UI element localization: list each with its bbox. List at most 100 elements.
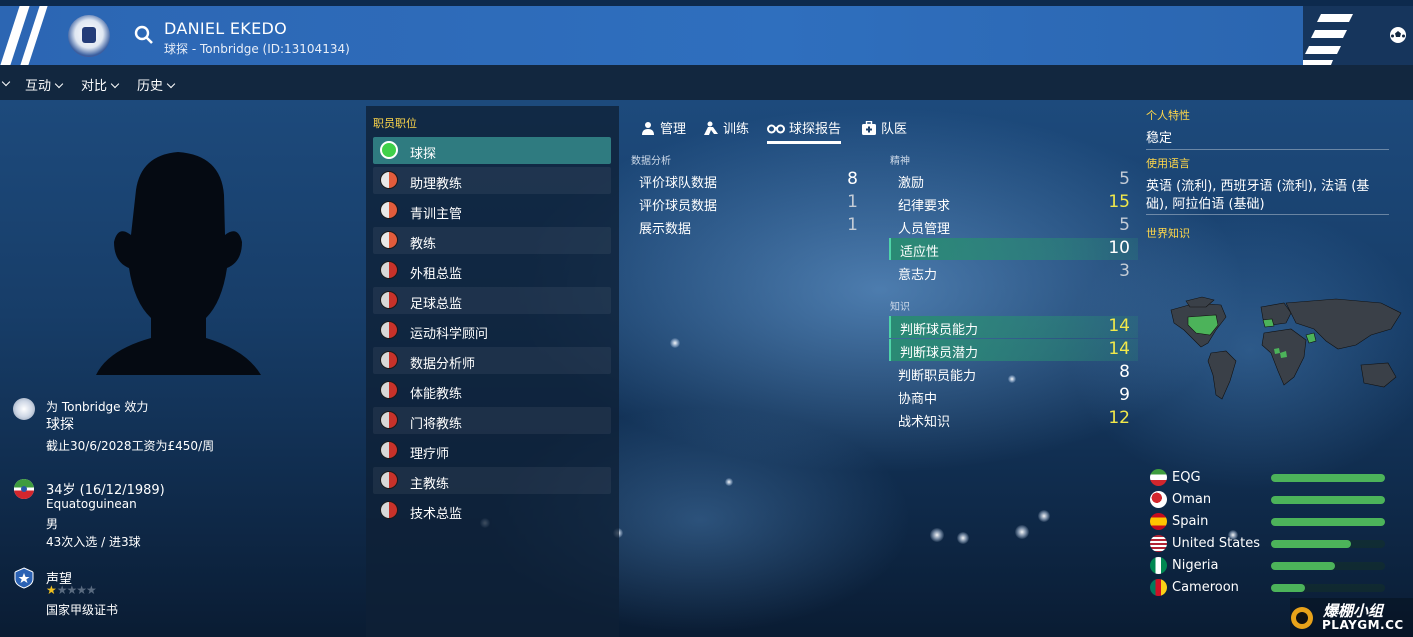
coaching-license: 国家甲级证书 <box>46 603 119 617</box>
attribute-row: 评价球队数据 8 <box>630 169 866 191</box>
tab-medical[interactable]: 队医 <box>861 118 907 144</box>
menu-compare[interactable]: 对比 <box>81 75 120 94</box>
analysis-section-title: 数据分析 <box>631 156 671 167</box>
role-item[interactable]: 助理教练 <box>373 167 611 194</box>
role-label: 助理教练 <box>410 177 463 192</box>
star-icon: ★ <box>46 583 57 597</box>
role-label: 门将教练 <box>410 417 463 432</box>
chevron-down-icon[interactable] <box>1 77 11 87</box>
role-label: 球探 <box>410 147 437 162</box>
attribute-name: 激励 <box>898 176 925 191</box>
role-label: 主教练 <box>410 477 450 492</box>
country-name: Oman <box>1172 492 1212 507</box>
tab-training[interactable]: 训练 <box>703 118 749 144</box>
football-icon[interactable] <box>1389 26 1407 44</box>
attribute-row: 判断球员潜力 14 <box>889 339 1138 361</box>
knowledge-bar-fill <box>1271 518 1385 526</box>
attribute-name: 意志力 <box>898 268 938 283</box>
country-name: EQG <box>1172 470 1201 485</box>
role-label: 足球总监 <box>410 297 463 312</box>
watermark-sub: PLAYGM.CC <box>1322 618 1404 632</box>
languages-line-2: 础), 阿拉伯语 (基础) <box>1146 197 1265 212</box>
chevron-down-icon <box>110 79 120 89</box>
training-icon <box>704 121 718 135</box>
role-rating-icon <box>380 231 398 249</box>
contract-info: 截止30/6/2028工资为£450/周 <box>46 439 215 453</box>
tab-scouting-report[interactable]: 球探报告 <box>767 118 842 144</box>
floodlight <box>957 532 969 544</box>
menu-interact[interactable]: 互动 <box>25 75 64 94</box>
role-item[interactable]: 足球总监 <box>373 287 611 314</box>
attribute-name: 人员管理 <box>898 222 951 237</box>
age-birthdate: 34岁 (16/12/1989) <box>46 483 165 498</box>
role-label: 外租总监 <box>410 267 463 282</box>
role-rating-icon <box>380 441 398 459</box>
binoculars-icon <box>767 124 785 134</box>
tab-label: 管理 <box>660 122 687 137</box>
role-rating-icon <box>380 381 398 399</box>
attribute-value: 3 <box>1119 261 1130 281</box>
role-label: 青训主管 <box>410 207 463 222</box>
knowledge-section-title: 知识 <box>890 302 910 313</box>
role-label: 数据分析师 <box>410 357 476 372</box>
attribute-value: 9 <box>1119 385 1130 405</box>
attribute-row: 人员管理 5 <box>889 215 1138 237</box>
menu-history[interactable]: 历史 <box>137 75 176 94</box>
chevron-down-icon <box>166 79 176 89</box>
knowledge-bar <box>1271 474 1385 482</box>
attribute-value: 1 <box>847 192 858 212</box>
club-crest-icon <box>13 398 35 420</box>
world-knowledge-row: Spain <box>1150 512 1390 532</box>
role-item[interactable]: 数据分析师 <box>373 347 611 374</box>
attribute-row: 协商中 9 <box>889 385 1138 407</box>
menu-label: 历史 <box>137 79 164 94</box>
role-item[interactable]: 理疗师 <box>373 437 611 464</box>
tab-management[interactable]: 管理 <box>640 118 686 144</box>
role-item[interactable]: 教练 <box>373 227 611 254</box>
knowledge-bar-fill <box>1271 584 1306 592</box>
knowledge-bar-fill <box>1271 496 1385 504</box>
floodlight <box>1038 510 1050 522</box>
knowledge-bar-fill <box>1271 562 1335 570</box>
flag-icon <box>1150 535 1167 552</box>
attribute-row: 适应性 10 <box>889 238 1138 260</box>
attribute-value: 12 <box>1108 408 1130 428</box>
attribute-row: 评价球员数据 1 <box>630 192 866 214</box>
role-item[interactable]: 体能教练 <box>373 377 611 404</box>
world-knowledge-map <box>1170 296 1402 400</box>
attribute-value: 5 <box>1119 215 1130 235</box>
attribute-name: 评价球员数据 <box>639 199 718 214</box>
tab-label: 队医 <box>881 122 908 137</box>
search-icon[interactable] <box>133 24 155 46</box>
attribute-value: 1 <box>847 215 858 235</box>
attribute-value: 8 <box>1119 362 1130 382</box>
knowledge-bar <box>1271 584 1385 592</box>
mental-section-title: 精神 <box>890 156 910 167</box>
knowledge-bar-fill <box>1271 540 1351 548</box>
world-knowledge-row: EQG <box>1150 468 1390 488</box>
role-item[interactable]: 外租总监 <box>373 257 611 284</box>
country-name: Spain <box>1172 514 1209 529</box>
role-item[interactable]: 球探 <box>373 137 611 164</box>
country-name: Cameroon <box>1172 580 1239 595</box>
languages-line-1: 英语 (流利), 西班牙语 (流利), 法语 (基 <box>1146 179 1370 194</box>
floodlight <box>670 338 680 348</box>
role-item[interactable]: 青训主管 <box>373 197 611 224</box>
role-item[interactable]: 运动科学顾问 <box>373 317 611 344</box>
traits-title: 个人特性 <box>1146 109 1190 122</box>
attribute-value: 14 <box>1108 316 1130 336</box>
attribute-row: 判断球员能力 14 <box>889 316 1138 338</box>
menu-bar: 互动 对比 历史 <box>0 65 1413 100</box>
menu-label: 对比 <box>81 79 108 94</box>
role-item[interactable]: 主教练 <box>373 467 611 494</box>
knowledge-bar <box>1271 540 1385 548</box>
role-item[interactable]: 技术总监 <box>373 497 611 524</box>
attribute-name: 纪律要求 <box>898 199 951 214</box>
nation-flag-icon <box>14 479 34 499</box>
flag-icon <box>1150 579 1167 596</box>
role-rating-icon <box>380 471 398 489</box>
role-item[interactable]: 门将教练 <box>373 407 611 434</box>
international-caps: 43次入选 / 进3球 <box>46 535 141 549</box>
divider <box>1146 214 1389 215</box>
player-silhouette <box>96 152 261 375</box>
